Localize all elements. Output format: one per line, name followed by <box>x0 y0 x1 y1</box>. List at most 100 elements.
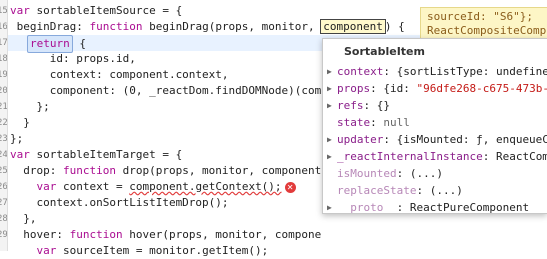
property-value: {isMounted: ƒ, enqueueC <box>397 133 547 146</box>
property-separator: : <box>416 184 429 197</box>
line-number[interactable]: 29 <box>0 227 7 243</box>
property-row-refs[interactable]: ▶refs: {} <box>327 98 390 114</box>
code-line[interactable]: var sortableItemTarget = { <box>10 147 182 163</box>
code-text: hover: <box>10 228 70 241</box>
property-string-value: "96dfe268-c675-473b- <box>417 82 547 95</box>
property-key: replaceState <box>337 184 416 197</box>
property-value: {sortListType: undefine <box>397 65 547 78</box>
tooltip-line: sourceId: "S6"}; <box>427 9 533 24</box>
line-number[interactable]: 18 <box>0 51 7 67</box>
property-key: _reactInternalInstance <box>337 150 483 163</box>
code-text: drop: <box>10 164 63 177</box>
keyword: function <box>63 164 116 177</box>
property-row-replace-state[interactable]: replaceState: (...) <box>327 183 463 199</box>
property-key: updater <box>337 133 383 146</box>
line-number-gutter[interactable]: 15 16 17 18 19 20 21 22 23 24 25 26 27 2… <box>0 0 8 251</box>
property-key: context <box>337 65 383 78</box>
property-key: props <box>337 82 370 95</box>
code-line[interactable]: }; <box>10 131 23 147</box>
code-text: sortableItemSource = { <box>30 4 182 17</box>
code-line[interactable]: id: props.id, <box>10 51 136 67</box>
code-line[interactable]: return { <box>30 35 86 51</box>
code-text: beginDrag: <box>10 20 89 33</box>
line-number[interactable]: 15 <box>0 3 7 19</box>
code-line[interactable]: hover: function hover(props, monitor, co… <box>10 227 321 243</box>
keyword: var <box>10 148 30 161</box>
keyword: var <box>10 4 30 17</box>
line-number[interactable]: 27 <box>0 195 7 211</box>
disclosure-triangle-icon[interactable]: ▶ <box>327 132 337 148</box>
code-line[interactable]: var context = component.getContext(); ✕ <box>10 179 296 195</box>
line-number[interactable]: 19 <box>0 67 7 83</box>
keyword: var <box>37 180 57 193</box>
property-separator: : <box>383 65 396 78</box>
disclosure-triangle-icon[interactable]: ▶ <box>327 98 337 114</box>
property-key: __proto__ <box>337 201 397 214</box>
property-row-react-internal-instance[interactable]: ▶_reactInternalInstance: ReactCom <box>327 149 547 165</box>
keyword: function <box>89 20 142 33</box>
disclosure-triangle-icon[interactable]: ▶ <box>327 64 337 80</box>
keyword: function <box>70 228 123 241</box>
code-line[interactable]: context.onSortListItemDrop(); <box>10 195 229 211</box>
line-number[interactable]: 21 <box>0 99 7 115</box>
property-value: ReactPureComponent <box>410 201 529 214</box>
error-circle-icon[interactable]: ✕ <box>285 182 296 193</box>
disclosure-triangle-icon[interactable]: ▶ <box>327 149 337 165</box>
line-number[interactable]: 17 <box>0 35 7 51</box>
code-line[interactable]: beginDrag: function beginDrag(props, mon… <box>10 19 405 35</box>
property-row-is-mounted[interactable]: isMounted: (...) <box>327 166 443 182</box>
property-value: ReactCom <box>496 150 547 163</box>
property-row-updater[interactable]: ▶updater: {isMounted: ƒ, enqueueC <box>327 132 547 148</box>
property-getter-value[interactable]: (...) <box>430 184 463 197</box>
line-number[interactable]: 28 <box>0 211 7 227</box>
code-line[interactable]: var sourceItem = monitor.getItem(); <box>10 243 268 259</box>
line-number[interactable]: 20 <box>0 83 7 99</box>
code-text: drop(props, monitor, component <box>116 164 321 177</box>
line-number[interactable]: 25 <box>0 163 7 179</box>
code-line[interactable]: }, <box>10 211 37 227</box>
property-separator: : <box>370 82 383 95</box>
code-line[interactable]: var sortableItemSource = { <box>10 3 182 19</box>
object-inspector-popover[interactable]: SortableItem ▶context: {sortListType: un… <box>322 38 547 214</box>
hovered-token-component[interactable]: component <box>320 19 386 34</box>
line-number[interactable]: 16 <box>0 19 7 35</box>
property-row-context[interactable]: ▶context: {sortListType: undefine <box>327 64 547 80</box>
value-hover-tooltip: sourceId: "S6"}; ReactCompositeComp <box>420 7 547 39</box>
code-text: context = <box>56 180 129 193</box>
popover-title: SortableItem <box>344 45 425 58</box>
line-number[interactable]: 22 <box>0 115 7 131</box>
error-underlined-code[interactable]: component.getContext(); <box>129 180 281 193</box>
property-getter-value[interactable]: (...) <box>410 167 443 180</box>
property-value: {id: <box>383 82 416 95</box>
line-number[interactable]: 26 <box>0 179 7 195</box>
line-number[interactable]: 24 <box>0 147 7 163</box>
disclosure-triangle-icon[interactable]: ▶ <box>327 200 337 214</box>
code-line[interactable]: } <box>10 115 30 131</box>
code-text: sortableItemTarget = { <box>30 148 182 161</box>
code-text <box>10 180 37 193</box>
property-row-state[interactable]: state: null <box>327 115 410 131</box>
property-separator: : <box>397 201 410 214</box>
property-separator: : <box>483 150 496 163</box>
property-separator: : <box>397 167 410 180</box>
code-line[interactable]: }; <box>10 99 50 115</box>
code-text: ) { <box>385 20 405 33</box>
property-value: {} <box>377 99 390 112</box>
property-separator: : <box>364 99 377 112</box>
property-value: null <box>383 116 410 129</box>
property-key: isMounted <box>337 167 397 180</box>
code-text: { <box>73 37 86 50</box>
property-row-props[interactable]: ▶props: {id: "96dfe268-c675-473b- <box>327 81 547 97</box>
line-number[interactable]: 23 <box>0 131 7 147</box>
property-separator: : <box>370 116 383 129</box>
property-row-proto[interactable]: ▶__proto__: ReactPureComponent <box>327 200 529 214</box>
property-separator: : <box>383 133 396 146</box>
code-line[interactable]: component: (0, _reactDom.findDOMNode)(co… <box>10 83 321 99</box>
code-text: beginDrag(props, monitor, <box>142 20 321 33</box>
property-key: state <box>337 116 370 129</box>
code-line[interactable]: drop: function drop(props, monitor, comp… <box>10 163 321 179</box>
tooltip-line: ReactCompositeComp <box>427 23 546 38</box>
property-key: refs <box>337 99 364 112</box>
disclosure-triangle-icon[interactable]: ▶ <box>327 81 337 97</box>
code-line[interactable]: context: component.context, <box>10 67 229 83</box>
